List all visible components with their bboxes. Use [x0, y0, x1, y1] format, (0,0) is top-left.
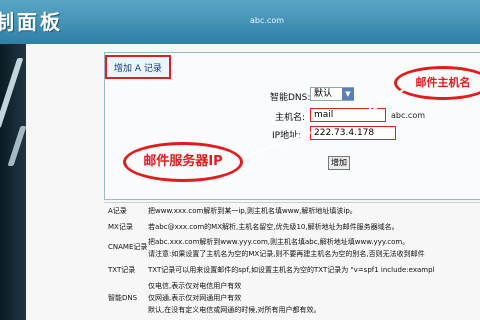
record-desc: 若abc@xxx.com的MX解析,主机名留空,优先级10,解析地址为邮件服务器…: [148, 223, 399, 231]
add-a-record-tab[interactable]: 增加 A 记录: [105, 55, 171, 79]
record-desc: 仅电信,表示仅对电信用户有效: [148, 282, 242, 290]
host-label: 主机名:: [275, 113, 306, 123]
chevron-down-icon[interactable]: ▼: [342, 88, 354, 100]
add-button[interactable]: 增加: [328, 156, 350, 170]
record-desc: 请注意:如果设置了主机名为空的MX记录,则不要再建主机名为空的别名,否则无法收到…: [148, 250, 425, 258]
record-label: A记录: [108, 207, 127, 215]
record-desc: 默认,在没有定义电信或网通的时候,对所有用户都有效。: [148, 306, 321, 314]
record-desc: TXT记录可以用来设置邮件的spf,如设置主机名为空的TXT记录为 "v=spf…: [148, 266, 435, 274]
divider: [104, 202, 480, 203]
panel-title: 制面板: [0, 10, 63, 34]
ip-label: IP地址:: [272, 131, 302, 141]
record-desc: 把www.xxx.com解析到某一ip,则主机名填www,解析地址填该ip。: [148, 207, 357, 215]
server-ip-annotation: 邮件服务器IP: [123, 142, 243, 182]
record-desc: 仅网通,表示仅对网通用户有效: [148, 294, 242, 302]
host-suffix: abc.com: [391, 111, 426, 120]
host-input[interactable]: mail: [310, 108, 386, 122]
record-label: 智能DNS: [108, 294, 138, 302]
domain-text: abc.com: [250, 16, 285, 25]
ip-input[interactable]: 222.73.4.178: [310, 126, 396, 140]
record-label: TXT记录: [108, 266, 136, 274]
top-banner: 制面板 abc.com: [0, 0, 480, 44]
record-label: MX记录: [108, 223, 133, 231]
record-label: CNAME记录: [108, 243, 148, 251]
dns-label: 智能DNS:: [270, 93, 311, 103]
record-desc: 把abc.xxx.com解析到www.yyy.com,则主机名填abc,解析地址…: [148, 238, 410, 246]
